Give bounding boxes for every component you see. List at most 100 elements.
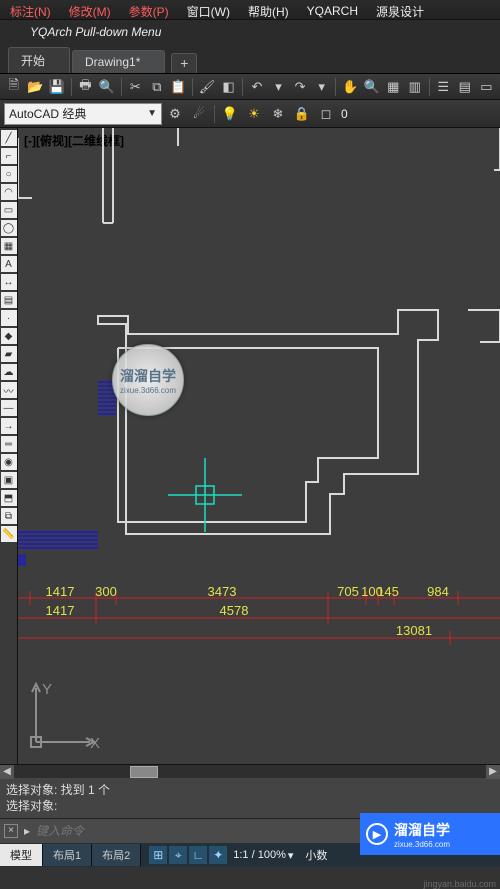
block-icon[interactable]: ◧ [219, 76, 239, 98]
calc-icon[interactable]: ▭ [477, 76, 497, 98]
arc-icon[interactable]: ◠ [1, 184, 17, 200]
svg-text:1417: 1417 [46, 584, 75, 599]
cmd-prompt-icon: ▸ [22, 824, 32, 838]
tab-start[interactable]: 开始 [8, 47, 70, 73]
separator [121, 78, 122, 96]
snap-status-group: ⊞ ⌖ ∟ ✦ [149, 846, 227, 864]
group-icon[interactable]: ⧉ [1, 508, 17, 524]
rect-icon[interactable]: ▭ [1, 202, 17, 218]
plot-preview-icon[interactable]: 🔍 [97, 76, 117, 98]
scroll-left-icon[interactable]: ◀ [0, 765, 14, 779]
ray-icon[interactable]: → [1, 418, 17, 434]
separator [429, 78, 430, 96]
sheet-icon[interactable]: ▦ [383, 76, 403, 98]
tab-new-button[interactable]: + [171, 53, 197, 73]
dc-icon[interactable]: ▤ [455, 76, 475, 98]
block-tool-icon[interactable]: ▣ [1, 472, 17, 488]
revision-icon[interactable]: ☁ [1, 364, 17, 380]
open-icon[interactable]: 📂 [26, 76, 46, 98]
play-icon: ▶ [366, 823, 388, 845]
svg-text:Y: Y [42, 681, 52, 698]
measure-icon[interactable]: 📏 [1, 526, 17, 542]
pan-icon[interactable]: ✋ [340, 76, 360, 98]
copy-icon[interactable]: ⧉ [147, 76, 167, 98]
gear-icon[interactable]: ⚙ [164, 103, 186, 125]
snap-icon[interactable]: ⌖ [169, 846, 187, 864]
ellipse-icon[interactable]: ◯ [1, 220, 17, 236]
wipeout-icon[interactable]: ▰ [1, 346, 17, 362]
brand-url: zixue.3d66.com [394, 840, 450, 849]
spline-icon[interactable]: 〰 [1, 382, 17, 398]
color-swatch-icon[interactable]: ◻ [315, 103, 337, 125]
props-icon[interactable]: ☰ [433, 76, 453, 98]
undo-dd-icon[interactable]: ▾ [269, 76, 289, 98]
circle-icon[interactable]: ○ [1, 166, 17, 182]
light-icon[interactable]: 💡 [219, 103, 241, 125]
insert-icon[interactable]: ⬒ [1, 490, 17, 506]
mline-icon[interactable]: ═ [1, 436, 17, 452]
credit-text: jingyan.baidu.com [423, 879, 496, 889]
sun-icon[interactable]: ☀ [243, 103, 265, 125]
separator [71, 78, 72, 96]
xline-icon[interactable]: — [1, 400, 17, 416]
drawing-svg: 1417 300 3473 705 100 145 984 1417 4578 … [18, 128, 500, 764]
polyline-icon[interactable]: ⌐ [1, 148, 17, 164]
close-cmd-icon[interactable]: × [4, 824, 18, 838]
dim-icon[interactable]: ↔ [1, 274, 17, 290]
svg-text:145: 145 [377, 584, 399, 599]
zoom-icon[interactable]: 🔍 [362, 76, 382, 98]
tab-drawing1[interactable]: Drawing1* [72, 50, 165, 73]
layout-tab-layout1[interactable]: 布局1 [43, 844, 92, 866]
donut-icon[interactable]: ◉ [1, 454, 17, 470]
undo-icon[interactable]: ↶ [247, 76, 267, 98]
horizontal-scrollbar[interactable]: ◀ ▶ [0, 764, 500, 778]
menu-help[interactable]: 帮助(H) [248, 3, 289, 20]
freeze-icon[interactable]: ❄ [267, 103, 289, 125]
redo-dd-icon[interactable]: ▾ [312, 76, 332, 98]
polar-icon[interactable]: ✦ [209, 846, 227, 864]
toolbar-standard: 🗎 📂 💾 🖶 🔍 ✂ ⧉ 📋 🖌 ◧ ↶ ▾ ↷ ▾ ✋ 🔍 ▦ ▥ ☰ ▤ … [0, 74, 500, 100]
menu-window[interactable]: 窗口(W) [187, 3, 230, 20]
scroll-thumb[interactable] [130, 766, 158, 778]
svg-text:300: 300 [95, 584, 117, 599]
region-icon[interactable]: ◆ [1, 328, 17, 344]
line-icon[interactable]: ╱ [1, 130, 17, 146]
point-icon[interactable]: · [1, 310, 17, 326]
workspace-combo[interactable]: AutoCAD 经典 ▼ [4, 103, 162, 125]
table-icon[interactable]: ▤ [1, 292, 17, 308]
save-icon[interactable]: 💾 [47, 76, 67, 98]
svg-text:3473: 3473 [208, 584, 237, 599]
text-icon[interactable]: A [1, 256, 17, 272]
cut-icon[interactable]: ✂ [126, 76, 146, 98]
lock-icon[interactable]: 🔒 [291, 103, 313, 125]
ortho-icon[interactable]: ∟ [189, 846, 207, 864]
print-icon[interactable]: 🖶 [76, 76, 96, 98]
history-line: 选择对象: 找到 1 个 [6, 782, 494, 798]
toolpal-icon[interactable]: ▥ [405, 76, 425, 98]
svg-text:X: X [90, 735, 100, 752]
paste-icon[interactable]: 📋 [169, 76, 189, 98]
layout-tab-model[interactable]: 模型 [0, 844, 43, 866]
hatch-icon[interactable]: ▦ [1, 238, 17, 254]
new-icon[interactable]: 🗎 [4, 76, 24, 98]
drawing-area: ╱ ⌐ ○ ◠ ▭ ◯ ▦ A ↔ ▤ · ◆ ▰ ☁ 〰 — → ═ ◉ ▣ … [0, 128, 500, 764]
matchprop-icon[interactable]: 🖌 [197, 76, 217, 98]
separator [335, 78, 336, 96]
chevron-down-icon: ▼ [147, 108, 157, 119]
scroll-right-icon[interactable]: ▶ [486, 765, 500, 779]
workspace-label: AutoCAD 经典 [9, 105, 86, 122]
menu-param[interactable]: 参数(P) [129, 3, 169, 20]
svg-text:4578: 4578 [220, 603, 249, 618]
viewport[interactable]: [-][俯视][二维线框] [18, 128, 500, 764]
menu-annotate[interactable]: 标注(N) [10, 3, 51, 20]
redo-icon[interactable]: ↷ [290, 76, 310, 98]
status-scale[interactable]: 1:1 / 100%▾ [233, 849, 293, 862]
svg-text:984: 984 [427, 584, 449, 599]
menu-yuanquan[interactable]: 源泉设计 [376, 3, 424, 20]
grid-icon[interactable]: ⊞ [149, 846, 167, 864]
menu-yqarch[interactable]: YQARCH [307, 4, 358, 18]
menu-modify[interactable]: 修改(M) [69, 3, 111, 20]
status-decimal[interactable]: 小数 [305, 847, 327, 863]
layout-tab-layout2[interactable]: 布局2 [92, 844, 141, 866]
layer-manager-icon[interactable]: ☄ [188, 103, 210, 125]
